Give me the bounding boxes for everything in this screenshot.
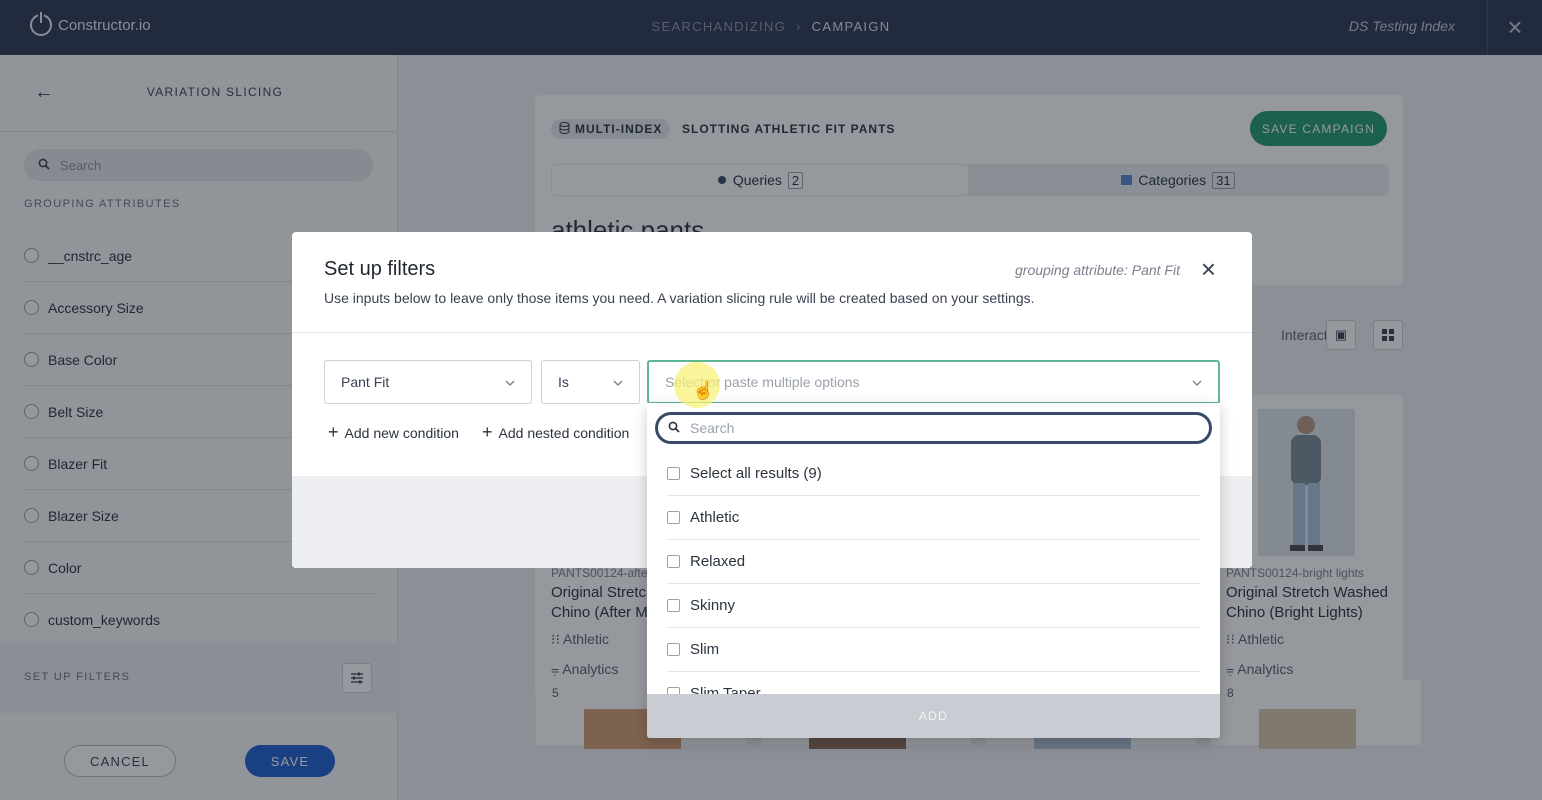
add-nested-condition-label: Add nested condition: [498, 424, 630, 441]
option-label: Slim: [690, 641, 720, 658]
chevron-down-icon: [505, 375, 515, 389]
checkbox[interactable]: [667, 599, 680, 612]
checkbox[interactable]: [667, 511, 680, 524]
modal-title: Set up filters: [324, 258, 436, 280]
search-icon: [668, 421, 680, 436]
field-select[interactable]: Pant Fit: [324, 360, 532, 404]
dropdown-search-input[interactable]: Search: [655, 412, 1212, 444]
operator-select-value: Is: [558, 374, 569, 390]
checkbox[interactable]: [667, 687, 680, 694]
close-icon[interactable]: ×: [1201, 254, 1216, 285]
option-label: Relaxed: [690, 553, 746, 570]
option-select-all[interactable]: Select all results (9): [667, 452, 1200, 496]
chevron-down-icon: [613, 375, 623, 389]
add-new-condition-button[interactable]: + Add new condition: [328, 422, 459, 443]
checkbox[interactable]: [667, 555, 680, 568]
chevron-down-icon: [1192, 375, 1202, 389]
divider: [292, 332, 1252, 333]
value-multiselect[interactable]: Select or paste multiple options: [647, 360, 1220, 404]
add-nested-condition-button[interactable]: + Add nested condition: [482, 422, 629, 443]
option-label: Slim Taper: [690, 685, 761, 694]
plus-icon: +: [328, 422, 339, 442]
option-item[interactable]: Skinny: [667, 584, 1200, 628]
checkbox[interactable]: [667, 467, 680, 480]
options-list: Select all results (9) Athletic Relaxed …: [667, 452, 1200, 694]
modal-subtitle: Use inputs below to leave only those ite…: [324, 290, 1035, 306]
hand-cursor-icon: ☝: [692, 380, 715, 400]
add-button[interactable]: ADD: [647, 694, 1220, 738]
plus-icon: +: [482, 422, 493, 442]
add-new-condition-label: Add new condition: [344, 424, 459, 441]
options-dropdown: Search Select all results (9) Athletic R…: [647, 403, 1220, 738]
grouping-attribute-label: grouping attribute: Pant Fit: [1015, 262, 1180, 278]
option-label: Athletic: [690, 509, 740, 526]
option-item[interactable]: Slim Taper: [667, 672, 1200, 694]
operator-select[interactable]: Is: [541, 360, 640, 404]
option-item[interactable]: Relaxed: [667, 540, 1200, 584]
dropdown-search-placeholder: Search: [690, 420, 735, 436]
option-label: Select all results (9): [690, 465, 822, 482]
option-label: Skinny: [690, 597, 736, 614]
checkbox[interactable]: [667, 643, 680, 656]
option-item[interactable]: Athletic: [667, 496, 1200, 540]
option-item[interactable]: Slim: [667, 628, 1200, 672]
field-select-value: Pant Fit: [341, 374, 390, 390]
